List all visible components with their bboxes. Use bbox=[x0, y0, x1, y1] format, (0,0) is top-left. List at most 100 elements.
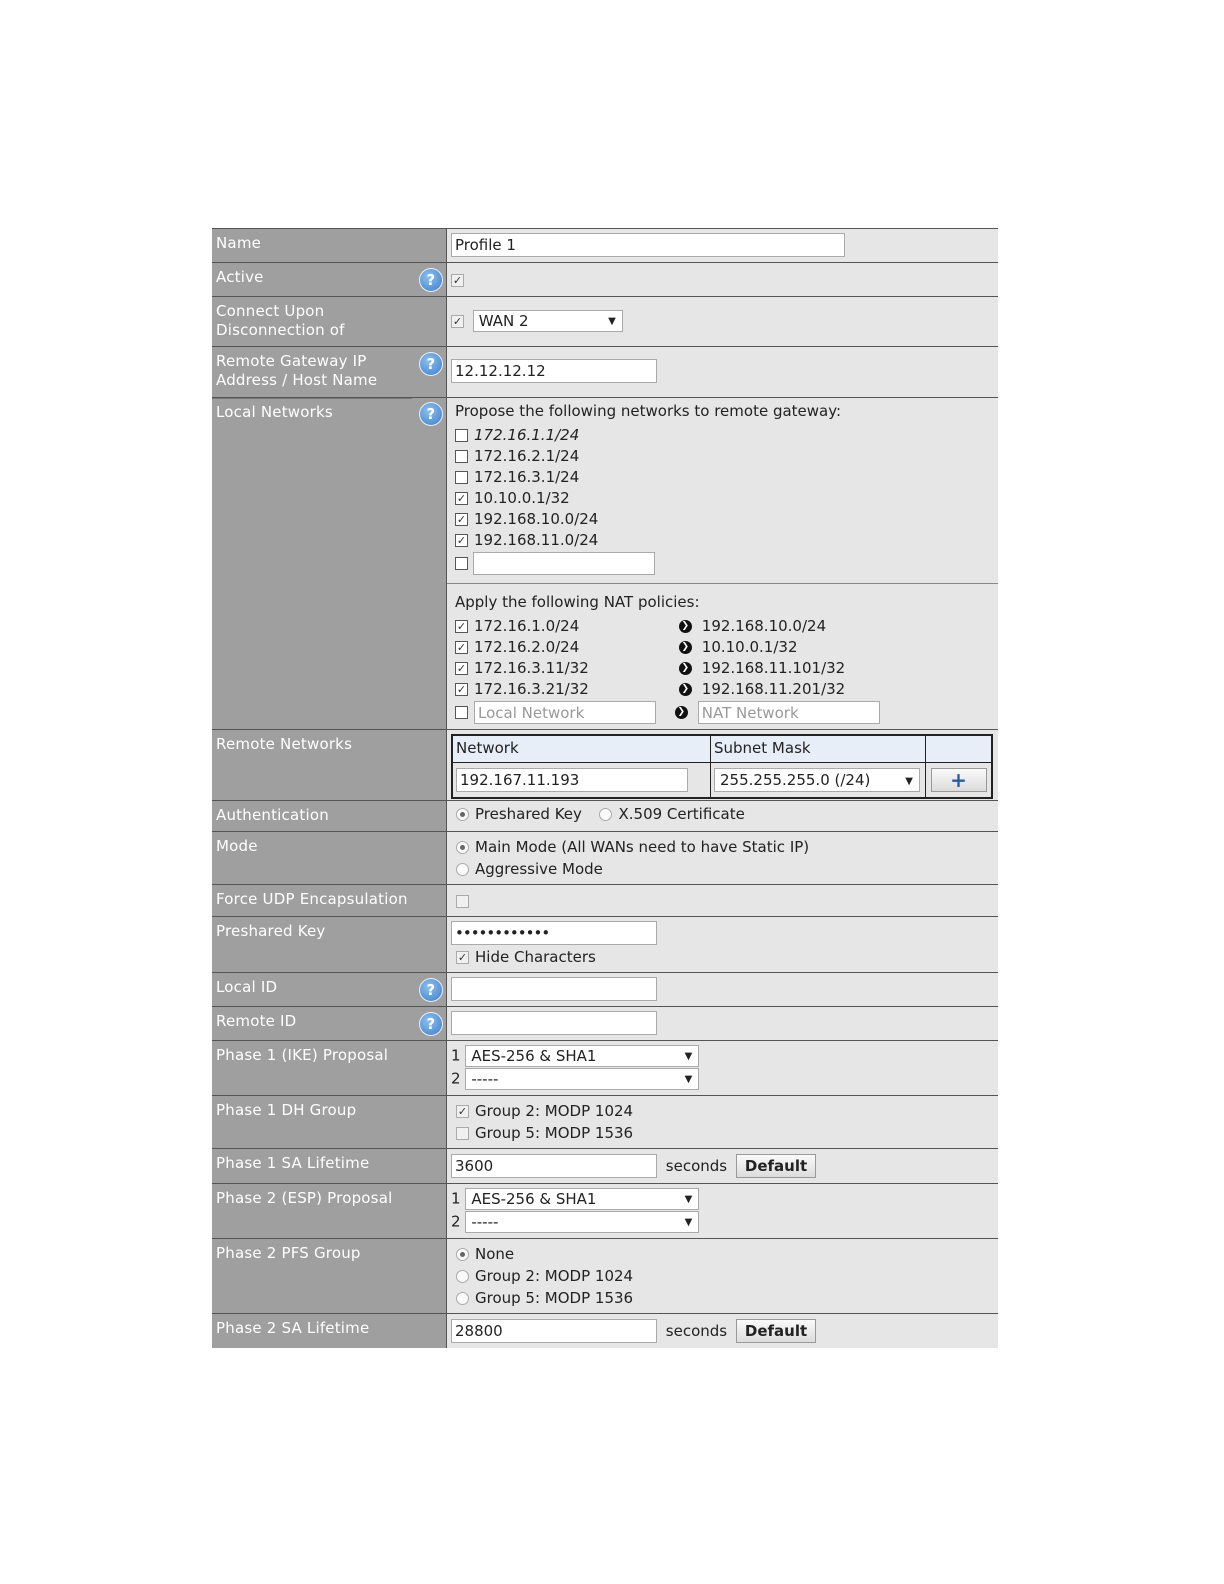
row-active: Active ? ✓ bbox=[212, 263, 998, 297]
help-icon[interactable]: ? bbox=[419, 268, 443, 292]
help-icon[interactable]: ? bbox=[419, 978, 443, 1002]
label-phase2-sa-lifetime: Phase 2 SA Lifetime bbox=[212, 1314, 446, 1348]
phase2-sa-unit: seconds bbox=[665, 1322, 728, 1340]
label-preshared-key: Preshared Key bbox=[212, 917, 446, 972]
chevron-down-icon: ▼ bbox=[684, 1074, 693, 1085]
label-local-networks: Local Networks bbox=[216, 403, 333, 421]
list-item: 172.16.1.1/24 bbox=[455, 425, 990, 446]
label-force-udp: Force UDP Encapsulation bbox=[212, 885, 446, 916]
pfs-group2-radio[interactable] bbox=[456, 1270, 469, 1283]
phase1-default-button[interactable]: Default bbox=[735, 1154, 817, 1178]
x509-certificate-radio[interactable] bbox=[599, 808, 613, 821]
local-id-input[interactable] bbox=[451, 977, 657, 1001]
network-checkbox[interactable]: ✓ bbox=[455, 534, 468, 547]
main-mode-radio[interactable] bbox=[456, 841, 469, 854]
wan-select[interactable]: WAN 2 ▼ bbox=[472, 310, 623, 332]
row-remote-networks: Remote Networks Network Subnet Mask 192.… bbox=[212, 730, 998, 801]
label-active: Active bbox=[216, 268, 264, 286]
chevron-down-icon: ▼ bbox=[608, 316, 616, 327]
network-checkbox[interactable]: ✓ bbox=[455, 492, 468, 505]
table-row: 192.167.11.193 255.255.255.0 (/24) ▼ + bbox=[453, 763, 991, 797]
list-item: ✓ 192.168.10.0/24 bbox=[455, 510, 599, 528]
arrow-right-icon: ❯ bbox=[674, 706, 688, 719]
row-phase2-sa-lifetime: Phase 2 SA Lifetime 28800 seconds Defaul… bbox=[212, 1314, 998, 1348]
label-phase1-proposal: Phase 1 (IKE) Proposal bbox=[212, 1041, 446, 1095]
nat-network-input[interactable]: NAT Network bbox=[697, 701, 880, 724]
phase1-sa-lifetime-input[interactable]: 3600 bbox=[451, 1154, 657, 1178]
row-force-udp: Force UDP Encapsulation bbox=[212, 885, 998, 917]
row-name: Name Profile 1 bbox=[212, 229, 998, 263]
dh-group2-checkbox[interactable]: ✓ bbox=[456, 1105, 469, 1118]
nat-checkbox[interactable]: ✓ bbox=[455, 662, 468, 675]
list-item bbox=[455, 551, 990, 575]
help-icon[interactable]: ? bbox=[419, 402, 443, 426]
add-network-button[interactable]: + bbox=[930, 768, 987, 792]
nat-policy-row: ✓ 172.16.2.0/24 ❯ 10.10.0.1/32 bbox=[455, 638, 798, 656]
chevron-down-icon: ▼ bbox=[905, 776, 913, 787]
phase2-default-button[interactable]: Default bbox=[735, 1319, 817, 1343]
label-name: Name bbox=[212, 229, 446, 262]
list-item: ✓ 10.10.0.1/32 bbox=[455, 489, 570, 507]
preshared-key-radio[interactable] bbox=[456, 808, 469, 821]
aggressive-mode-radio[interactable] bbox=[456, 863, 469, 876]
nat-checkbox[interactable] bbox=[455, 706, 468, 719]
subnet-mask-select[interactable]: 255.255.255.0 (/24) ▼ bbox=[714, 768, 920, 792]
pfs-group5-radio[interactable] bbox=[456, 1292, 469, 1305]
dh-group5-checkbox[interactable] bbox=[456, 1127, 469, 1140]
propose-heading: Propose the following networks to remote… bbox=[455, 402, 842, 420]
force-udp-checkbox[interactable] bbox=[456, 895, 469, 908]
name-input[interactable]: Profile 1 bbox=[451, 233, 845, 257]
row-remote-id: Remote ID ? bbox=[212, 1007, 998, 1041]
phase1-proposal-select-1[interactable]: AES-256 & SHA1 ▼ bbox=[465, 1045, 700, 1067]
preshared-key-input[interactable]: •••••••••••• bbox=[451, 921, 657, 945]
remote-networks-table: Network Subnet Mask 192.167.11.193 255.2… bbox=[451, 734, 993, 799]
label-remote-gateway-line2: Address / Host Name bbox=[216, 371, 378, 389]
vpn-profile-form: Name Profile 1 Active ? ✓ Connect Upon D… bbox=[212, 228, 998, 1348]
custom-network-input[interactable] bbox=[472, 552, 655, 575]
nat-checkbox[interactable]: ✓ bbox=[455, 641, 468, 654]
hide-characters-checkbox[interactable]: ✓ bbox=[456, 951, 469, 964]
network-checkbox[interactable] bbox=[455, 429, 468, 442]
nat-checkbox[interactable]: ✓ bbox=[455, 620, 468, 633]
connect-checkbox[interactable]: ✓ bbox=[451, 314, 464, 328]
nat-policy-row: ✓ 172.16.3.11/32 ❯ 192.168.11.101/32 bbox=[455, 659, 846, 677]
label-authentication: Authentication bbox=[212, 801, 446, 831]
remote-id-input[interactable] bbox=[451, 1011, 657, 1035]
active-checkbox[interactable]: ✓ bbox=[451, 274, 464, 287]
arrow-right-icon: ❯ bbox=[678, 620, 692, 633]
local-network-input[interactable]: Local Network bbox=[474, 701, 656, 724]
nat-heading: Apply the following NAT policies: bbox=[455, 593, 700, 611]
phase2-proposal-select-2[interactable]: ----- ▼ bbox=[465, 1211, 700, 1233]
column-header-subnet-mask: Subnet Mask bbox=[711, 736, 926, 762]
network-checkbox[interactable] bbox=[455, 557, 468, 570]
pfs-none-radio[interactable] bbox=[456, 1248, 469, 1261]
row-phase2-pfs-group: Phase 2 PFS Group None Group 2: MODP 102… bbox=[212, 1239, 998, 1314]
row-phase1-dh-group: Phase 1 DH Group ✓ Group 2: MODP 1024 Gro… bbox=[212, 1096, 998, 1149]
network-checkbox[interactable]: ✓ bbox=[455, 513, 468, 526]
nat-policy-row: ✓ 172.16.3.21/32 ❯ 192.168.11.201/32 bbox=[455, 680, 846, 698]
label-phase2-proposal: Phase 2 (ESP) Proposal bbox=[212, 1184, 446, 1238]
nat-checkbox[interactable]: ✓ bbox=[455, 683, 468, 696]
remote-gateway-input[interactable]: 12.12.12.12 bbox=[451, 359, 657, 383]
help-icon[interactable]: ? bbox=[419, 352, 443, 376]
phase1-sa-unit: seconds bbox=[665, 1157, 728, 1175]
chevron-down-icon: ▼ bbox=[684, 1194, 693, 1205]
network-checkbox[interactable] bbox=[455, 471, 468, 484]
nat-policy-row: Local Network ❯ NAT Network bbox=[455, 700, 990, 724]
network-checkbox[interactable] bbox=[455, 450, 468, 463]
row-preshared-key: Preshared Key •••••••••••• ✓ Hide Charact… bbox=[212, 917, 998, 973]
label-remote-gateway-line1: Remote Gateway IP bbox=[216, 352, 367, 370]
list-item: 172.16.3.1/24 bbox=[455, 467, 990, 488]
row-authentication: Authentication Preshared Key X.509 Certi… bbox=[212, 801, 998, 832]
help-icon[interactable]: ? bbox=[419, 1012, 443, 1036]
phase2-proposal-select-1[interactable]: AES-256 & SHA1 ▼ bbox=[465, 1188, 700, 1210]
row-mode: Mode Main Mode (All WANs need to have St… bbox=[212, 832, 998, 885]
remote-network-input[interactable]: 192.167.11.193 bbox=[456, 768, 688, 792]
phase1-proposal-select-2[interactable]: ----- ▼ bbox=[465, 1068, 700, 1090]
phase2-sa-lifetime-input[interactable]: 28800 bbox=[451, 1319, 657, 1343]
row-phase1-proposal: Phase 1 (IKE) Proposal 1 AES-256 & SHA1 ▼… bbox=[212, 1041, 998, 1096]
label-remote-id: Remote ID bbox=[216, 1012, 297, 1030]
label-local-id: Local ID bbox=[216, 978, 278, 996]
label-connect-line2: Disconnection of bbox=[216, 321, 345, 339]
list-item: ✓ 192.168.11.0/24 bbox=[455, 531, 599, 549]
